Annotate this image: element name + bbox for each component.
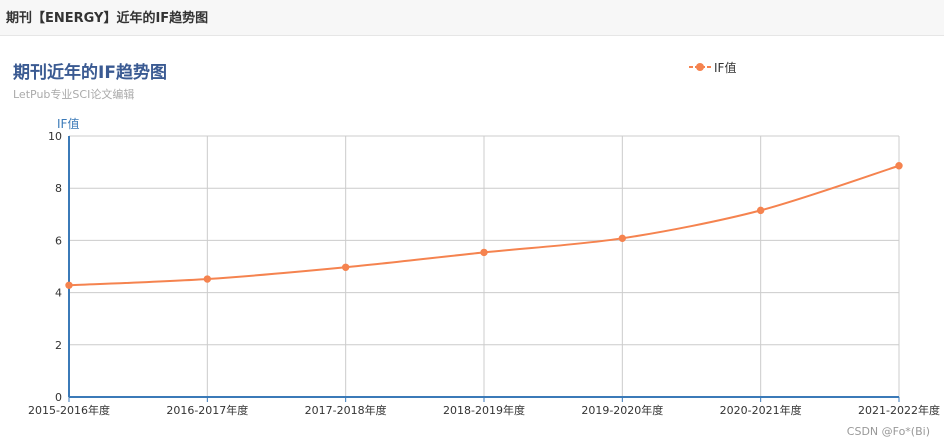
y-tick-label: 0 bbox=[55, 391, 62, 404]
x-tick-label: 2017-2018年度 bbox=[305, 403, 387, 417]
data-point[interactable] bbox=[895, 162, 903, 170]
x-tick-label: 2020-2021年度 bbox=[720, 403, 802, 417]
x-tick-label: 2021-2022年度 bbox=[858, 403, 940, 417]
y-tick-label: 6 bbox=[55, 234, 62, 247]
y-axis-label: IF值 bbox=[57, 116, 79, 131]
data-point[interactable] bbox=[480, 248, 488, 257]
data-point[interactable] bbox=[341, 263, 350, 271]
x-tick-label: 2018-2019年度 bbox=[443, 403, 525, 417]
y-tick-label: 2 bbox=[55, 339, 62, 352]
y-tick-label: 8 bbox=[55, 182, 62, 195]
line-chart: 0 2 4 6 8 10 2015-2016年度 2016-2017年度 2017-2018年度… bbox=[28, 116, 940, 417]
data-point[interactable] bbox=[65, 281, 73, 289]
data-point[interactable] bbox=[756, 206, 765, 215]
x-tick-label: 2019-2020年度 bbox=[581, 403, 663, 417]
data-point[interactable] bbox=[203, 275, 212, 283]
data-point[interactable] bbox=[618, 234, 627, 243]
x-tick-label: 2015-2016年度 bbox=[28, 403, 110, 417]
x-tick-label: 2016-2017年度 bbox=[166, 403, 248, 417]
y-tick-label: 4 bbox=[55, 287, 62, 300]
watermark: CSDN @Fo*(Bi) bbox=[846, 425, 930, 438]
y-tick-label: 10 bbox=[48, 130, 62, 143]
